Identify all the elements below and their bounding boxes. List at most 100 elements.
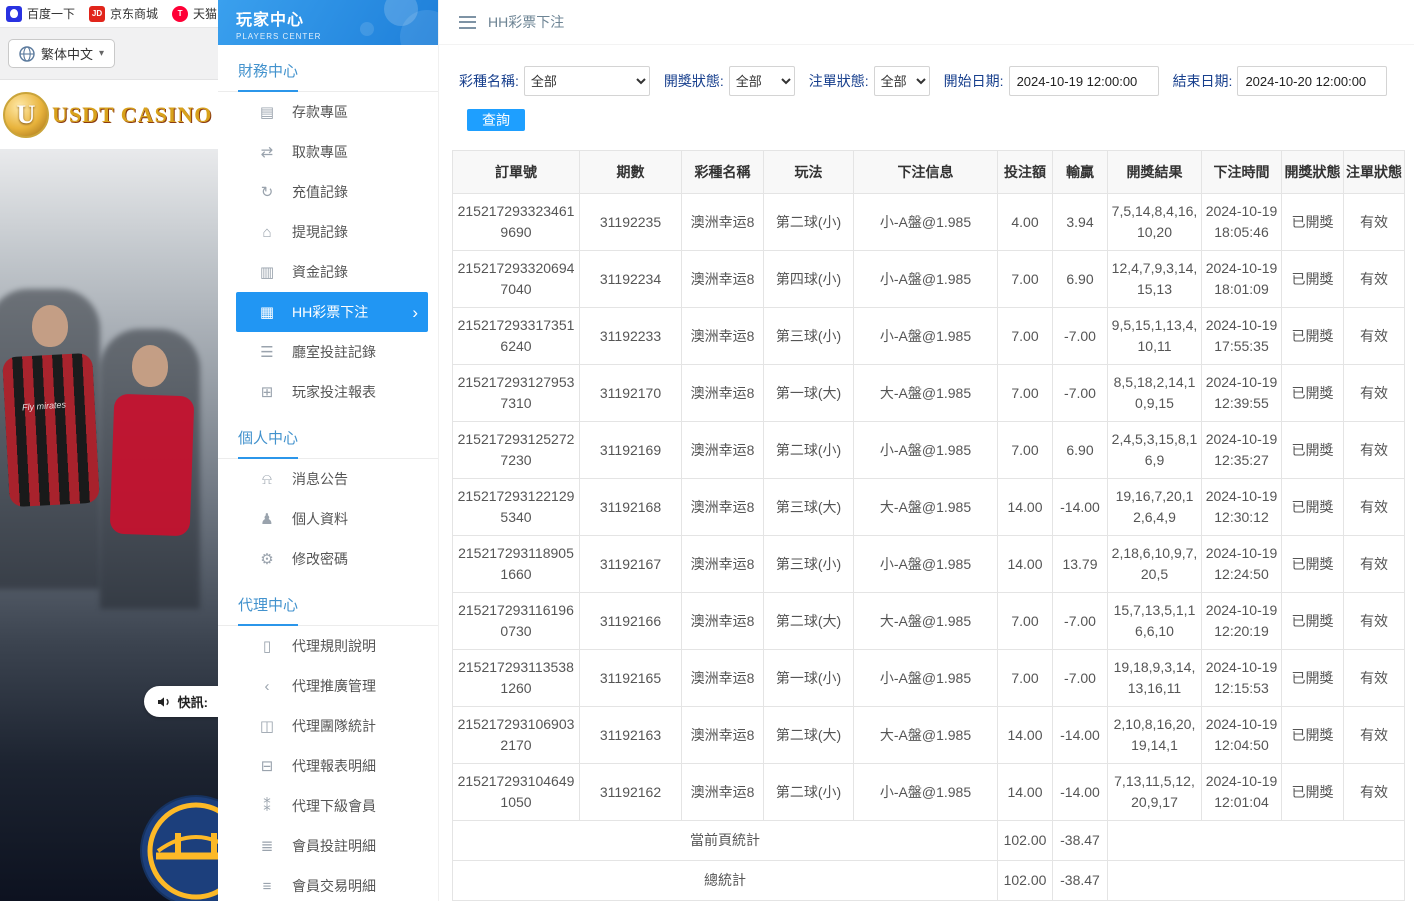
sidebar-item-player-bet-report[interactable]: ⊞玩家投注報表 bbox=[236, 372, 428, 412]
sidebar-item-hh-lottery-bets[interactable]: ▦HH彩票下注› bbox=[236, 292, 428, 332]
sidebar-item-agent-downline[interactable]: ⁑代理下級會員 bbox=[236, 786, 428, 826]
lottery-filter-label: 彩種名稱: bbox=[459, 71, 519, 91]
cell-lottery: 澳洲幸运8 bbox=[682, 536, 764, 593]
sidebar-item-change-password[interactable]: ⚙修改密碼 bbox=[236, 539, 428, 579]
language-button[interactable]: 繁体中文 ▾ bbox=[8, 39, 115, 68]
cell-order: 2152172931189051660 bbox=[453, 536, 580, 593]
sidebar-item-label: HH彩票下注 bbox=[292, 302, 368, 322]
cell-winloss: -14.00 bbox=[1053, 764, 1108, 821]
cell-order_status: 有效 bbox=[1344, 593, 1405, 650]
room-bet-records-icon: ☰ bbox=[258, 343, 276, 361]
sidebar-item-fund-records[interactable]: ▥資金記錄 bbox=[236, 252, 428, 292]
bookmark-baidu[interactable]: 百度一下 bbox=[6, 5, 75, 22]
column-header: 玩法 bbox=[764, 151, 854, 194]
sidebar-item-cashout-records[interactable]: ⌂提現記錄 bbox=[236, 212, 428, 252]
sidebar-item-label: 代理推廣管理 bbox=[292, 676, 376, 696]
site-logo[interactable]: U USDT CASINO bbox=[0, 80, 218, 150]
cell-info: 小-A盤@1.985 bbox=[854, 422, 998, 479]
sidebar-item-label: 代理團隊統計 bbox=[292, 716, 376, 736]
recharge-records-icon: ↻ bbox=[258, 183, 276, 201]
sidebar-item-withdraw[interactable]: ⇄取款專區 bbox=[236, 132, 428, 172]
cell-play: 第三球(大) bbox=[764, 479, 854, 536]
draw-status-select[interactable]: 全部 bbox=[729, 66, 795, 96]
chart-icon: ◫ bbox=[258, 717, 276, 735]
sidebar-item-profile[interactable]: ♟個人資料 bbox=[236, 499, 428, 539]
sidebar-item-agent-report-detail[interactable]: ⊟代理報表明細 bbox=[236, 746, 428, 786]
stat-winloss: -38.47 bbox=[1053, 821, 1108, 861]
sidebar-item-label: 代理下級會員 bbox=[292, 796, 376, 816]
cell-amount: 14.00 bbox=[998, 536, 1053, 593]
bookmark-jd[interactable]: JD 京东商城 bbox=[89, 5, 158, 22]
cell-result: 2,18,6,10,9,7,20,5 bbox=[1108, 536, 1202, 593]
bet-row: 215217293118905166031192167澳洲幸运8第三球(小)小-… bbox=[453, 536, 1405, 593]
bet-table: 訂單號期數彩種名稱玩法下注信息投注額輸贏開獎結果下注時間開獎狀態注單狀態 215… bbox=[452, 150, 1405, 901]
cell-result: 8,5,18,2,14,10,9,15 bbox=[1108, 365, 1202, 422]
cell-draw_status: 已開獎 bbox=[1282, 707, 1344, 764]
cell-order: 2152172931046491050 bbox=[453, 764, 580, 821]
sidebar-menu: 財務中心▤存款專區⇄取款專區↻充值記錄⌂提現記錄▥資金記錄▦HH彩票下注›☰廳室… bbox=[218, 45, 438, 901]
cell-order: 2152172931161960730 bbox=[453, 593, 580, 650]
sidebar-item-deposit[interactable]: ▤存款專區 bbox=[236, 92, 428, 132]
chevron-right-icon: › bbox=[412, 304, 418, 321]
bet-row: 215217293113538126031192165澳洲幸运8第一球(小)小-… bbox=[453, 650, 1405, 707]
cell-winloss: 3.94 bbox=[1053, 194, 1108, 251]
cell-amount: 7.00 bbox=[998, 422, 1053, 479]
column-header: 注單狀態 bbox=[1344, 151, 1405, 194]
stat-amount: 102.00 bbox=[998, 821, 1053, 861]
sidebar-item-label: 充值記錄 bbox=[292, 182, 348, 202]
cell-order: 2152172933173516240 bbox=[453, 308, 580, 365]
cell-time: 2024-10-19 12:20:19 bbox=[1202, 593, 1282, 650]
jd-icon: JD bbox=[89, 6, 105, 22]
sidebar-item-room-bet-records[interactable]: ☰廳室投註記錄 bbox=[236, 332, 428, 372]
cell-period: 31192169 bbox=[580, 422, 682, 479]
search-button[interactable]: 查詢 bbox=[467, 109, 525, 131]
stat-row: 當前頁統計102.00-38.47 bbox=[453, 821, 1405, 861]
sidebar-item-agent-rules[interactable]: ▯代理規則說明 bbox=[236, 626, 428, 666]
sidebar-item-member-transactions[interactable]: ≡會員交易明細 bbox=[236, 866, 428, 901]
column-header: 開獎狀態 bbox=[1282, 151, 1344, 194]
cell-order_status: 有效 bbox=[1344, 707, 1405, 764]
news-ticker[interactable]: 快訊: bbox=[144, 686, 218, 717]
cell-period: 31192235 bbox=[580, 194, 682, 251]
cell-lottery: 澳洲幸运8 bbox=[682, 650, 764, 707]
cell-amount: 7.00 bbox=[998, 251, 1053, 308]
sidebar-item-recharge-records[interactable]: ↻ 充值記錄 bbox=[236, 172, 428, 212]
sidebar-item-announcements[interactable]: ⍾消息公告 bbox=[236, 459, 428, 499]
cell-play: 第二球(大) bbox=[764, 707, 854, 764]
cell-info: 大-A盤@1.985 bbox=[854, 365, 998, 422]
cell-period: 31192233 bbox=[580, 308, 682, 365]
sidebar-item-agent-promotion[interactable]: ‹ 代理推廣管理 bbox=[236, 666, 428, 706]
column-header: 投注額 bbox=[998, 151, 1053, 194]
cell-play: 第一球(大) bbox=[764, 365, 854, 422]
player-head bbox=[132, 345, 168, 387]
liverpool-jersey bbox=[110, 394, 195, 537]
sidebar-item-agent-team-stats[interactable]: ◫ 代理團隊統計 bbox=[236, 706, 428, 746]
bet-row: 215217293116196073031192166澳洲幸运8第二球(大)大-… bbox=[453, 593, 1405, 650]
cell-time: 2024-10-19 18:01:09 bbox=[1202, 251, 1282, 308]
document-icon: ▯ bbox=[258, 637, 276, 655]
sidebar-section-title: 個人中心 bbox=[218, 412, 438, 459]
cell-order: 2152172931221295340 bbox=[453, 479, 580, 536]
cell-lottery: 澳洲幸运8 bbox=[682, 365, 764, 422]
page-title: HH彩票下注 bbox=[488, 12, 564, 32]
order-status-select[interactable]: 全部 bbox=[874, 66, 930, 96]
start-date-input[interactable] bbox=[1009, 66, 1159, 96]
share-icon: ‹ bbox=[258, 678, 276, 695]
end-date-input[interactable] bbox=[1237, 66, 1387, 96]
menu-icon[interactable] bbox=[459, 16, 476, 29]
page: 百度一下 JD 京东商城 T 天猫 繁体中文 ▾ bbox=[0, 0, 1414, 901]
cell-play: 第三球(小) bbox=[764, 308, 854, 365]
sidebar-item-label: 資金記錄 bbox=[292, 262, 348, 282]
bet-row: 215217293106903217031192163澳洲幸运8第二球(大)大-… bbox=[453, 707, 1405, 764]
cell-time: 2024-10-19 12:04:50 bbox=[1202, 707, 1282, 764]
cell-result: 19,16,7,20,12,6,4,9 bbox=[1108, 479, 1202, 536]
cell-order: 2152172931135381260 bbox=[453, 650, 580, 707]
cell-play: 第四球(小) bbox=[764, 251, 854, 308]
main-content: HH彩票下注 彩種名稱: 全部 開獎狀態: 全部 注單狀態: 全部 開始日期: … bbox=[439, 0, 1414, 901]
deposit-icon: ▤ bbox=[258, 103, 276, 121]
bookmarks-bar: 百度一下 JD 京东商城 T 天猫 bbox=[0, 0, 218, 28]
lottery-select[interactable]: 全部 bbox=[524, 66, 650, 96]
stat-empty bbox=[1108, 861, 1405, 901]
bookmark-tmall[interactable]: T 天猫 bbox=[172, 5, 217, 22]
sidebar-item-member-bet-detail[interactable]: ≣會員投註明細 bbox=[236, 826, 428, 866]
